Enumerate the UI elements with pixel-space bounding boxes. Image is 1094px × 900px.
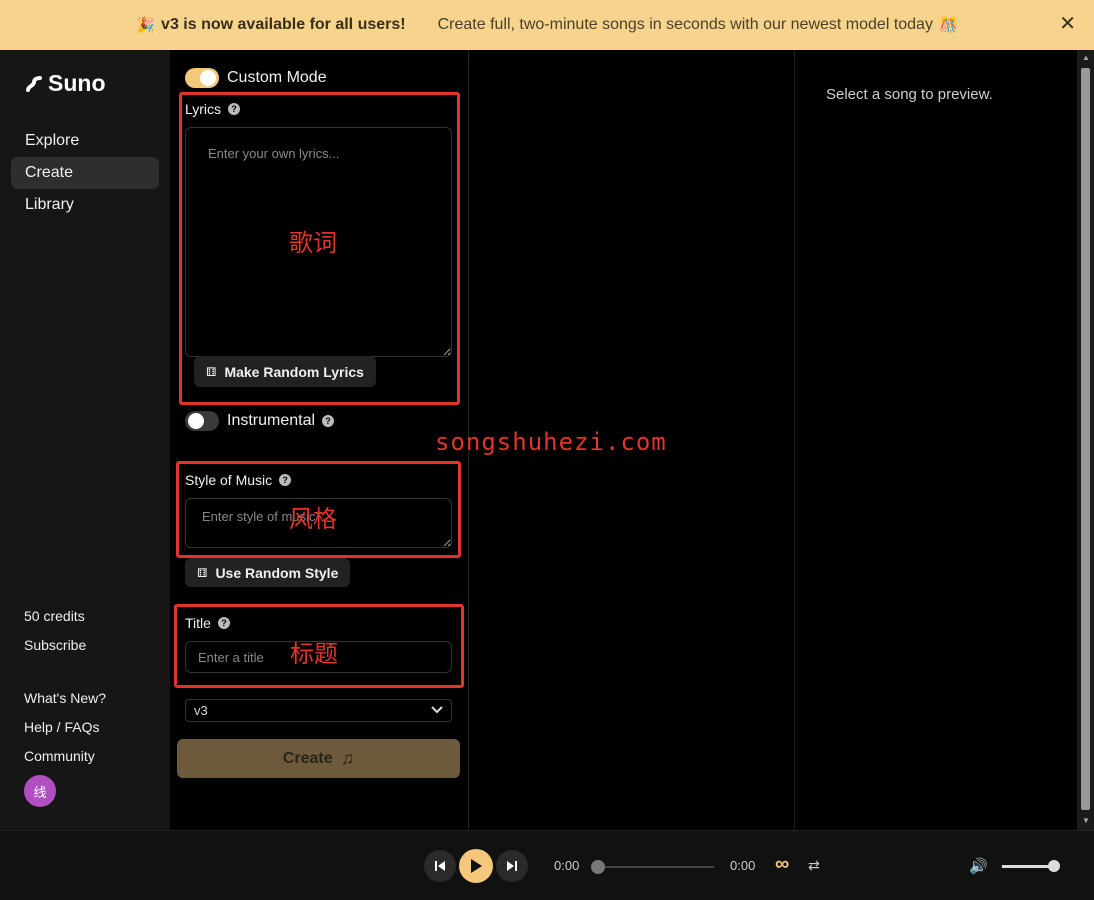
confetti-icon: 🎊: [938, 17, 958, 34]
help-icon[interactable]: ?: [217, 617, 230, 629]
music-note-icon: ♫: [340, 748, 355, 768]
announcement-banner: 🎉 v3 is now available for all users! Cre…: [0, 0, 1094, 50]
custom-mode-toggle[interactable]: [185, 68, 219, 88]
toggle-knob: [200, 70, 216, 86]
scroll-down-icon[interactable]: ▼: [1082, 816, 1090, 825]
play-icon: [471, 859, 482, 873]
scrollbar-thumb[interactable]: [1081, 68, 1090, 810]
instrumental-label-text: Instrumental: [227, 412, 316, 429]
sidebar-item-explore[interactable]: Explore: [11, 125, 159, 157]
sidebar-nav: Explore Create Library: [11, 125, 159, 221]
infinity-icon[interactable]: ∞: [775, 853, 789, 876]
annotation-style: 风格: [289, 505, 337, 533]
help-icon[interactable]: ?: [322, 415, 335, 427]
banner-headline: v3 is now available for all users!: [161, 16, 406, 33]
help-icon[interactable]: ?: [279, 474, 292, 486]
create-button-label: Create: [282, 749, 333, 767]
whats-new-link[interactable]: What's New?: [24, 690, 106, 706]
dice-icon: ⚅: [206, 364, 217, 379]
audio-player: 0:00 0:00 ∞ ⇄ 🔊: [0, 830, 1094, 900]
custom-mode-label: Custom Mode: [227, 69, 327, 86]
help-faqs-link[interactable]: Help / FAQs: [24, 719, 99, 735]
column-divider: [794, 50, 795, 830]
model-select-value: v3: [194, 703, 208, 718]
suno-logo-icon: [26, 75, 42, 92]
instrumental-label: Instrumental ?: [227, 412, 335, 430]
make-random-lyrics-button[interactable]: ⚅ Make Random Lyrics: [194, 356, 376, 387]
banner-message: Create full, two-minute songs in seconds…: [437, 16, 933, 33]
progress-knob[interactable]: [591, 860, 605, 874]
annotation-lyrics: 歌词: [289, 229, 337, 257]
party-icon: 🎉: [136, 17, 156, 34]
repeat-icon[interactable]: ⇄: [808, 857, 820, 874]
chevron-down-icon: [431, 706, 443, 714]
community-link[interactable]: Community: [24, 748, 95, 764]
sidebar-item-create[interactable]: Create: [11, 157, 159, 189]
title-label-text: Title: [185, 615, 211, 631]
help-icon[interactable]: ?: [228, 103, 241, 115]
skip-back-icon: [435, 861, 445, 871]
volume-knob[interactable]: [1048, 860, 1060, 872]
credits-count: 50 credits: [24, 608, 85, 624]
annotation-title: 标题: [290, 640, 338, 668]
scrollbar[interactable]: ▲ ▼: [1077, 50, 1094, 830]
subscribe-link[interactable]: Subscribe: [24, 637, 86, 653]
logo[interactable]: Suno: [24, 70, 106, 97]
avatar[interactable]: 线: [24, 775, 56, 807]
use-random-style-button[interactable]: ⚅ Use Random Style: [185, 558, 351, 587]
lyrics-label: Lyrics ?: [185, 101, 241, 117]
toggle-knob: [188, 413, 204, 429]
title-label: Title ?: [185, 615, 230, 631]
next-button[interactable]: [496, 850, 528, 882]
preview-placeholder: Select a song to preview.: [826, 86, 993, 103]
instrumental-toggle[interactable]: [185, 411, 219, 431]
scroll-up-icon[interactable]: ▲: [1082, 53, 1090, 62]
dice-icon: ⚅: [197, 565, 208, 580]
total-time: 0:00: [730, 858, 756, 873]
style-label: Style of Music ?: [185, 472, 292, 488]
sidebar: Suno Explore Create Library 50 credits S…: [0, 50, 170, 830]
sidebar-item-library[interactable]: Library: [11, 189, 159, 221]
play-button[interactable]: [459, 849, 493, 883]
model-select[interactable]: v3: [185, 699, 452, 722]
watermark: songshuhezi.com: [435, 428, 667, 456]
style-label-text: Style of Music: [185, 472, 273, 488]
lyrics-label-text: Lyrics: [185, 101, 222, 117]
previous-button[interactable]: [424, 850, 456, 882]
close-icon[interactable]: ✕: [1059, 13, 1076, 35]
create-button[interactable]: Create ♫: [177, 739, 460, 778]
skip-forward-icon: [507, 861, 517, 871]
use-random-style-label: Use Random Style: [215, 564, 339, 581]
make-random-lyrics-label: Make Random Lyrics: [224, 363, 364, 380]
current-time: 0:00: [554, 858, 580, 873]
logo-text: Suno: [48, 70, 106, 96]
volume-icon[interactable]: 🔊: [969, 857, 988, 875]
progress-track[interactable]: [598, 866, 714, 868]
